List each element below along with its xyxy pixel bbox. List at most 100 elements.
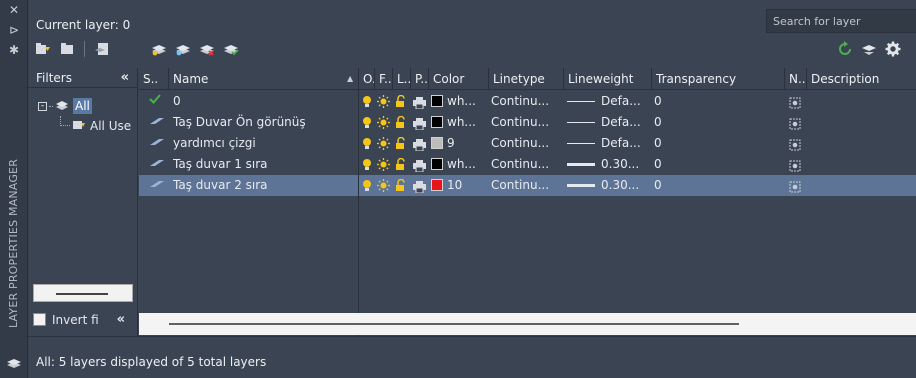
plot-printer-icon[interactable] (413, 154, 429, 175)
col-new-vp-freeze[interactable]: N.. (785, 68, 807, 90)
layer-name[interactable]: Taş Duvar Ön görünüş (173, 112, 357, 133)
layer-transparency[interactable]: 0 (654, 175, 784, 196)
layer-description[interactable] (809, 175, 914, 196)
layer-name[interactable]: 0 (173, 91, 357, 112)
col-color[interactable]: Color (429, 68, 489, 90)
delete-layer-icon[interactable] (198, 41, 216, 57)
auto-hide-icon[interactable]: ⊳ (0, 24, 28, 36)
layer-lineweight[interactable]: Defa... (567, 133, 652, 154)
plot-printer-icon[interactable] (413, 91, 429, 112)
plot-printer-icon[interactable] (413, 133, 429, 154)
new-group-filter-icon[interactable] (58, 41, 76, 57)
new-layer-vp-frozen-icon[interactable] (174, 41, 192, 57)
layer-status-icon[interactable] (149, 112, 167, 133)
scrollbar-thumb[interactable] (169, 323, 739, 325)
layer-transparency[interactable]: 0 (654, 112, 784, 133)
layer-linetype[interactable]: Continu... (491, 154, 564, 175)
layer-row[interactable]: yardımcı çizgi 9 Continu... Defa... 0 (139, 133, 916, 154)
layer-lineweight[interactable]: Defa... (567, 91, 652, 112)
tree-node-label[interactable]: All (73, 98, 92, 114)
layer-color[interactable]: 10 (431, 175, 489, 196)
col-transparency[interactable]: Transparency (652, 68, 785, 90)
collapse-filters-bottom-button[interactable]: « (117, 312, 125, 327)
thaw-sun-icon[interactable] (377, 112, 393, 133)
col-lock[interactable]: L.. (393, 68, 411, 90)
tree-node-all-used[interactable]: All Use (38, 116, 131, 136)
on-bulb-icon[interactable] (361, 175, 375, 196)
layer-transparency[interactable]: 0 (654, 91, 784, 112)
thaw-sun-icon[interactable] (377, 133, 393, 154)
unlock-icon[interactable] (395, 175, 411, 196)
layer-linetype[interactable]: Continu... (491, 133, 564, 154)
refresh-icon[interactable] (836, 41, 854, 57)
layer-color[interactable]: wh... (431, 91, 489, 112)
layer-description[interactable] (809, 112, 914, 133)
layer-name[interactable]: yardımcı çizgi (173, 133, 357, 154)
layer-color[interactable]: wh... (431, 112, 489, 133)
layer-description[interactable] (809, 154, 914, 175)
col-plot[interactable]: P.. (411, 68, 429, 90)
unlock-icon[interactable] (395, 133, 411, 154)
plot-printer-icon[interactable] (413, 112, 429, 133)
layer-linetype[interactable]: Continu... (491, 175, 564, 196)
layer-lineweight[interactable]: 0.30... (567, 154, 652, 175)
col-linetype[interactable]: Linetype (489, 68, 564, 90)
settings-icon[interactable] (884, 41, 902, 57)
thaw-sun-icon[interactable] (377, 154, 393, 175)
layer-lineweight[interactable]: 0.30... (567, 175, 652, 196)
unlock-icon[interactable] (395, 154, 411, 175)
col-freeze[interactable]: F.. (375, 68, 393, 90)
close-icon[interactable]: ✕ (0, 4, 28, 16)
layer-row[interactable]: Taş Duvar Ön görünüş wh... Continu... Defa.… (139, 112, 916, 133)
horizontal-scrollbar[interactable] (139, 313, 916, 335)
layer-states-manager-icon[interactable] (93, 41, 111, 57)
on-bulb-icon[interactable] (361, 91, 375, 112)
layer-status-icon[interactable] (149, 133, 167, 154)
on-bulb-icon[interactable] (361, 154, 375, 175)
current-layer-check-icon[interactable] (149, 91, 167, 112)
new-vp-freeze-icon[interactable] (789, 112, 805, 133)
layer-status-icon[interactable] (149, 154, 167, 175)
layer-row[interactable]: Taş duvar 1 sıra wh... Continu... 0.30... 0 (139, 154, 916, 175)
unlock-icon[interactable] (395, 91, 411, 112)
layer-lineweight[interactable]: Defa... (567, 112, 652, 133)
invert-filter-checkbox[interactable] (33, 313, 46, 326)
on-bulb-icon[interactable] (361, 133, 375, 154)
new-vp-freeze-icon[interactable] (789, 133, 805, 154)
thaw-sun-icon[interactable] (377, 175, 393, 196)
on-bulb-icon[interactable] (361, 112, 375, 133)
new-layer-icon[interactable] (150, 41, 168, 57)
plot-printer-icon[interactable] (413, 175, 429, 196)
layer-search-box[interactable]: 🔍︎ (766, 9, 916, 33)
layer-name[interactable]: Taş duvar 1 sıra (173, 154, 357, 175)
new-vp-freeze-icon[interactable] (789, 154, 805, 175)
search-input[interactable] (773, 14, 913, 28)
layer-settings-icon[interactable] (860, 41, 878, 57)
col-lineweight[interactable]: Lineweight (564, 68, 652, 90)
layer-description[interactable] (809, 133, 914, 154)
tree-node-all[interactable]: - All (38, 96, 131, 116)
new-vp-freeze-icon[interactable] (789, 175, 805, 196)
new-property-filter-icon[interactable] (34, 41, 52, 57)
col-description[interactable]: Description (807, 68, 916, 90)
layer-status-icon[interactable] (149, 175, 167, 196)
new-vp-freeze-icon[interactable] (789, 91, 805, 112)
layer-transparency[interactable]: 0 (654, 133, 784, 154)
layer-linetype[interactable]: Continu... (491, 91, 564, 112)
layer-row[interactable]: Taş duvar 2 sıra 10 Continu... 0.30... 0 (139, 175, 916, 196)
col-on[interactable]: O.. (359, 68, 375, 90)
layer-color[interactable]: 9 (431, 133, 489, 154)
layer-color[interactable]: wh... (431, 154, 489, 175)
col-name[interactable]: Name (169, 68, 359, 90)
unlock-icon[interactable] (395, 112, 411, 133)
set-current-icon[interactable] (222, 41, 240, 57)
layer-description[interactable] (809, 91, 914, 112)
col-status[interactable]: S.. (139, 68, 169, 90)
thaw-sun-icon[interactable] (377, 91, 393, 112)
properties-icon[interactable]: ✱ (0, 44, 28, 56)
layer-linetype[interactable]: Continu... (491, 112, 564, 133)
layer-transparency[interactable]: 0 (654, 154, 784, 175)
layer-row[interactable]: 0 wh... Continu... Defa... 0 (139, 91, 916, 112)
tree-node-label[interactable]: All Use (90, 119, 131, 133)
layer-name[interactable]: Taş duvar 2 sıra (173, 175, 357, 196)
